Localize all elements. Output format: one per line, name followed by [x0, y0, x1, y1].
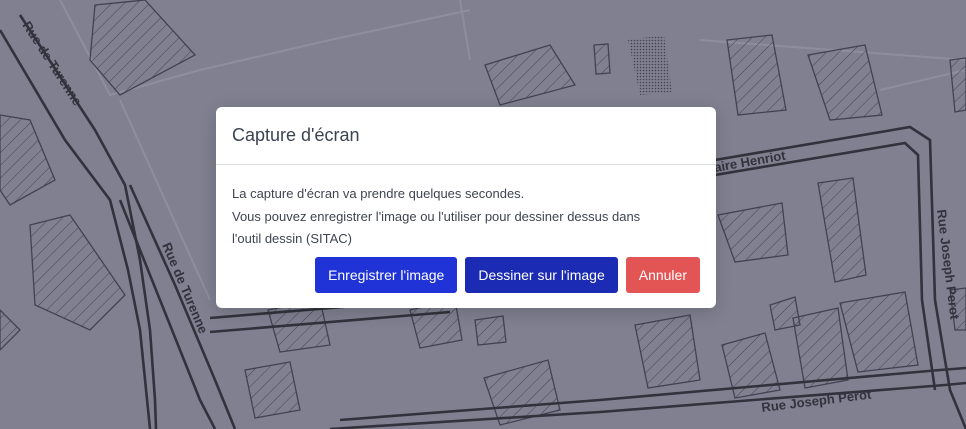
- cancel-button[interactable]: Annuler: [625, 257, 700, 293]
- draw-on-image-button[interactable]: Dessiner sur l'image: [465, 257, 618, 293]
- modal-title: Capture d'écran: [232, 125, 360, 145]
- modal-text-line-1: La capture d'écran va prendre quelques s…: [232, 186, 525, 201]
- screenshot-modal: Capture d'écran La capture d'écran va pr…: [216, 107, 716, 308]
- save-image-button[interactable]: Enregistrer l'image: [315, 257, 458, 293]
- modal-footer: Enregistrer l'image Dessiner sur l'image…: [315, 257, 700, 293]
- modal-text-line-2: Vous pouvez enregistrer l'image ou l'uti…: [232, 208, 641, 224]
- modal-text-line-3: l'outil dessin (SITAC): [232, 231, 352, 246]
- modal-header: Capture d'écran: [216, 107, 716, 165]
- modal-body: La capture d'écran va prendre quelques s…: [216, 165, 716, 251]
